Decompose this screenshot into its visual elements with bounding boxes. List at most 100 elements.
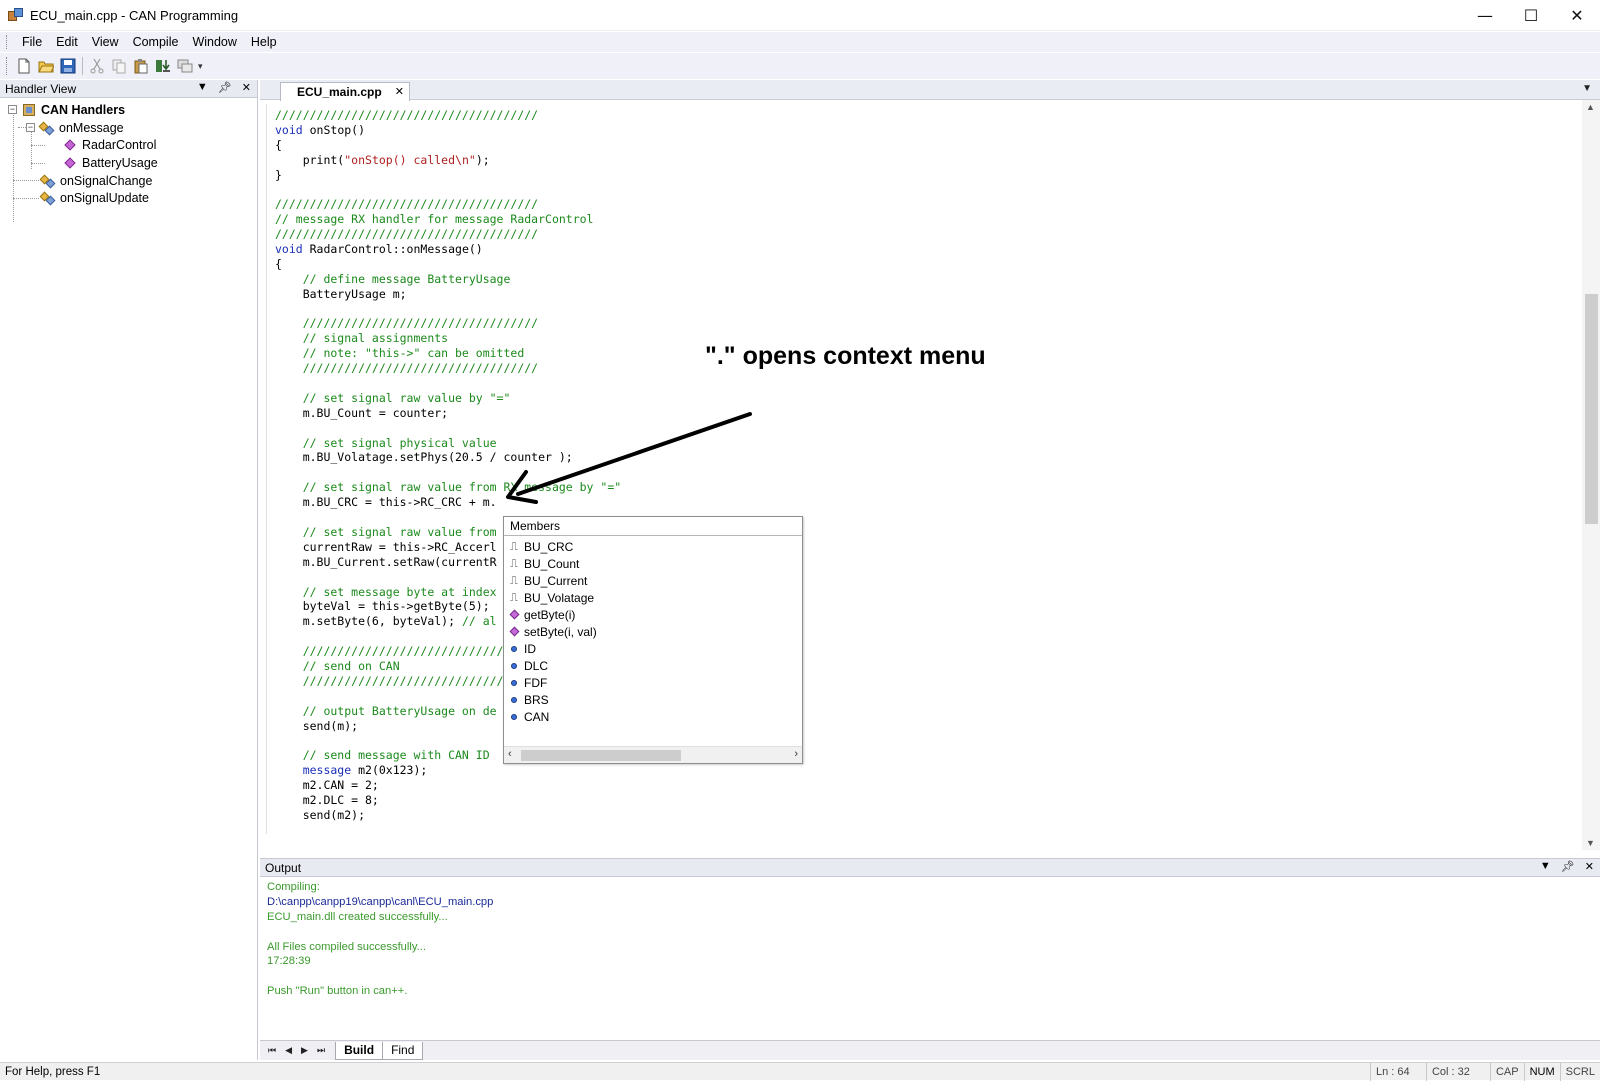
property-icon [508, 677, 520, 689]
code-line[interactable]: // message RX handler for message RadarC… [275, 212, 621, 227]
tree-leaf-radarcontrol[interactable]: RadarControl [4, 136, 257, 154]
menu-edit[interactable]: Edit [49, 35, 85, 49]
tree-leaf-batteryusage[interactable]: BatteryUsage [4, 154, 257, 172]
tab-find[interactable]: Find [382, 1041, 424, 1060]
member-item[interactable]: ⎍ BU_Count [504, 555, 802, 572]
code-token: // note: "this->" can be omitted [275, 346, 525, 361]
menu-file[interactable]: File [15, 35, 49, 49]
code-line[interactable] [275, 823, 621, 834]
last-tab-icon[interactable]: ⏭ [317, 1045, 325, 1056]
code-line[interactable]: ////////////////////////////////////// [275, 108, 621, 123]
code-editor[interactable]: //////////////////////////////////////vo… [266, 104, 1576, 834]
close-button[interactable]: ✕ [1554, 0, 1600, 31]
code-line[interactable]: message m2(0x123); [275, 763, 621, 778]
code-line[interactable]: ////////////////////////////////// [275, 361, 621, 376]
editor-vertical-scrollbar[interactable]: ▲ ▼ [1582, 100, 1600, 850]
scroll-down-icon[interactable]: ▼ [1586, 838, 1595, 848]
code-token: "onStop() called\n" [344, 152, 476, 167]
pin-icon[interactable]: 📌︎ [1561, 860, 1575, 873]
open-folder-icon[interactable] [35, 55, 57, 77]
tree-root[interactable]: − CAN Handlers [4, 101, 257, 119]
code-token: RadarControl::onMessage() [302, 242, 483, 257]
member-item[interactable]: BRS [504, 691, 802, 708]
code-line[interactable]: // note: "this->" can be omitted [275, 346, 621, 361]
member-label: DLC [524, 658, 549, 673]
pane-dropdown-icon[interactable]: ▼ [1540, 860, 1551, 873]
tab-build[interactable]: Build [335, 1041, 384, 1060]
scroll-left-icon[interactable]: ‹ [508, 748, 512, 760]
code-line[interactable]: // define message BatteryUsage [275, 272, 621, 287]
code-token: m2(0x123); [351, 763, 428, 778]
pane-close-icon[interactable]: ✕ [242, 81, 251, 94]
menu-view[interactable]: View [85, 35, 126, 49]
menu-compile[interactable]: Compile [126, 35, 186, 49]
scroll-thumb[interactable] [1585, 294, 1598, 524]
code-line[interactable]: { [275, 138, 621, 153]
toolbar-grip[interactable] [6, 57, 9, 75]
tab-close-icon[interactable]: ✕ [395, 85, 404, 98]
code-line[interactable] [275, 376, 621, 391]
scroll-thumb[interactable] [521, 750, 681, 761]
toolbar-separator [82, 57, 83, 75]
member-item[interactable]: setByte(i, val) [504, 623, 802, 640]
pane-dropdown-icon[interactable]: ▼ [197, 81, 208, 94]
tree-node-onsignalupdate[interactable]: onSignalUpdate [4, 189, 257, 207]
tree-node-onsignalchange[interactable]: onSignalChange [4, 172, 257, 190]
toolbar-overflow-icon[interactable]: ▾ [198, 61, 203, 72]
collapse-icon[interactable]: − [26, 123, 35, 133]
code-line[interactable]: print("onStop() called\n"); [275, 153, 621, 168]
new-file-icon[interactable] [13, 55, 35, 77]
code-line[interactable]: } [275, 168, 621, 183]
code-line[interactable]: // signal assignments [275, 331, 621, 346]
collapse-icon[interactable]: − [8, 105, 17, 115]
compile-icon[interactable] [174, 55, 196, 77]
output-log[interactable]: Compiling: D:\canpp\canpp19\canpp\canl\EC… [260, 877, 1600, 999]
code-line[interactable]: ////////////////////////////////// [275, 316, 621, 331]
code-token: message [275, 763, 352, 778]
code-line[interactable]: { [275, 257, 621, 272]
tree-node-onmessage[interactable]: − onMessage [4, 119, 257, 137]
member-item[interactable]: FDF [504, 674, 802, 691]
members-list[interactable]: ⎍ BU_CRC ⎍ BU_Count ⎍ BU_Current ⎍ BU_Volatage g… [504, 536, 802, 725]
minimize-button[interactable]: — [1462, 0, 1508, 31]
code-token: // send on CAN [275, 658, 400, 673]
save-icon[interactable] [57, 55, 79, 77]
next-tab-icon[interactable]: ▶ [301, 1045, 308, 1056]
tab-ecu-main[interactable]: ECU_main.cpp ✕ [280, 82, 410, 101]
code-line[interactable]: void RadarControl::onMessage() [275, 242, 621, 257]
cut-icon[interactable] [86, 55, 108, 77]
code-line[interactable] [275, 302, 621, 317]
member-item[interactable]: getByte(i) [504, 606, 802, 623]
maximize-button[interactable]: ☐ [1508, 0, 1554, 31]
first-tab-icon[interactable]: ⏮ [268, 1045, 276, 1056]
member-item[interactable]: DLC [504, 657, 802, 674]
code-line[interactable] [275, 182, 621, 197]
member-item[interactable]: ⎍ BU_CRC [504, 538, 802, 555]
member-item[interactable]: ⎍ BU_Current [504, 572, 802, 589]
prev-tab-icon[interactable]: ◀ [285, 1045, 292, 1056]
menu-window[interactable]: Window [185, 35, 243, 49]
members-horizontal-scrollbar[interactable]: ‹ › [504, 746, 802, 763]
members-popup[interactable]: Members ⎍ BU_CRC ⎍ BU_Count ⎍ BU_Current ⎍ BU_V… [503, 516, 803, 764]
pin-icon[interactable]: 📌︎ [218, 81, 232, 94]
code-line[interactable]: ////////////////////////////////////// [275, 227, 621, 242]
menu-grip[interactable] [6, 35, 9, 49]
code-line[interactable]: BatteryUsage m; [275, 287, 621, 302]
scroll-right-icon[interactable]: › [794, 748, 798, 760]
member-item[interactable]: ID [504, 640, 802, 657]
code-line[interactable]: send(m2); [275, 808, 621, 823]
copy-icon[interactable] [108, 55, 130, 77]
paste-icon[interactable] [130, 55, 152, 77]
code-line[interactable]: m2.CAN = 2; [275, 778, 621, 793]
menu-help[interactable]: Help [244, 35, 284, 49]
pane-close-icon[interactable]: ✕ [1585, 860, 1594, 873]
member-item[interactable]: CAN [504, 708, 802, 725]
download-icon[interactable] [152, 55, 174, 77]
tab-list-dropdown-icon[interactable]: ▼ [1582, 83, 1592, 94]
member-item[interactable]: ⎍ BU_Volatage [504, 589, 802, 606]
code-line[interactable]: ////////////////////////////////////// [275, 197, 621, 212]
code-line[interactable]: void onStop() [275, 123, 621, 138]
annotation-arrow [506, 412, 752, 504]
scroll-up-icon[interactable]: ▲ [1586, 102, 1595, 112]
code-line[interactable]: m2.DLC = 8; [275, 793, 621, 808]
